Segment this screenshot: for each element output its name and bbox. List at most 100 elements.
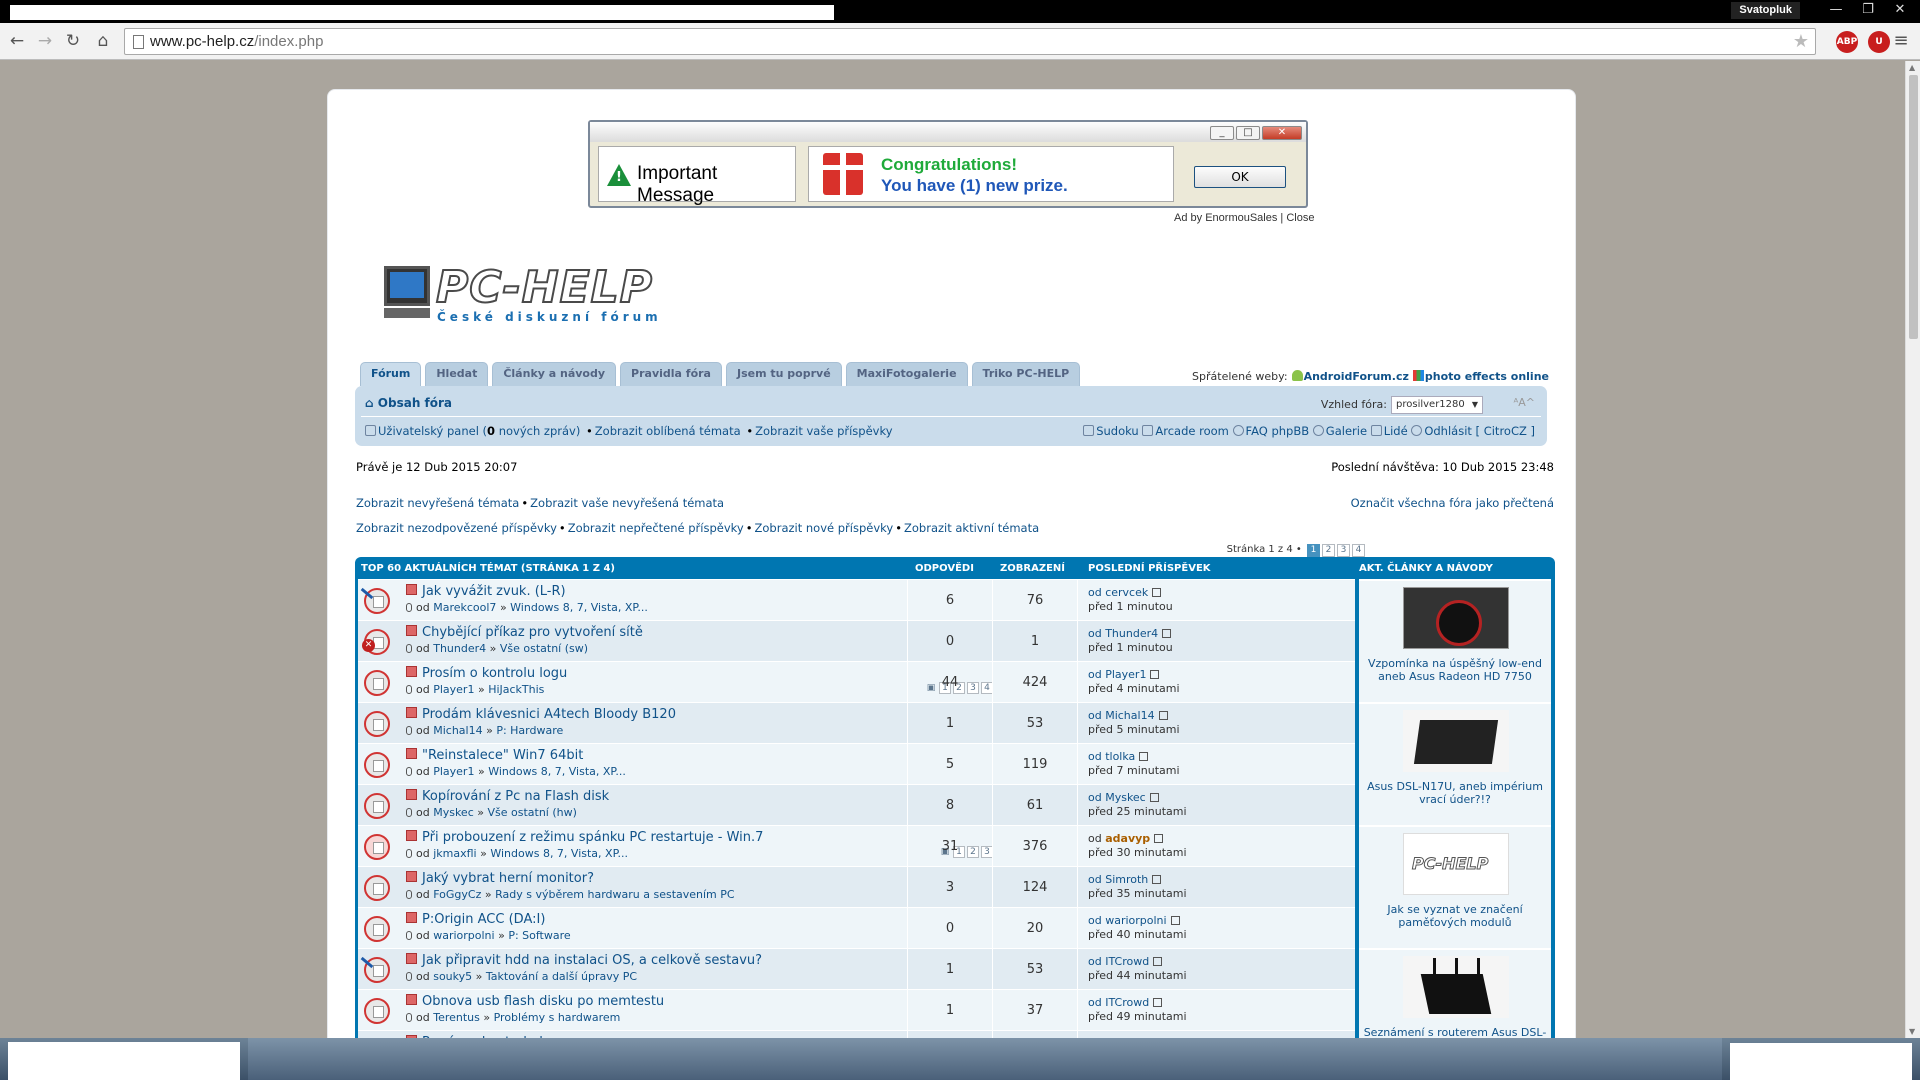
last-post-author[interactable]: adavyp — [1105, 832, 1150, 845]
topic-author-link[interactable]: Player1 — [433, 683, 474, 696]
gallery-link[interactable]: Galerie — [1326, 424, 1367, 438]
topic-row[interactable]: Jaký vybrat herní monitor? od FoGgyCz » R… — [358, 866, 1363, 907]
tab-rules[interactable]: Pravidla fóra — [620, 362, 722, 386]
unread-link[interactable]: Zobrazit nepřečtené příspěvky — [568, 521, 744, 535]
graphics-card-image[interactable] — [1403, 587, 1509, 649]
tab-articles[interactable]: Články a návody — [492, 362, 617, 386]
goto-post-icon[interactable] — [1170, 916, 1180, 925]
wifi-router-image[interactable] — [1403, 956, 1509, 1018]
topic-forum-link[interactable]: HiJackThis — [488, 683, 544, 696]
mark-all-read-link[interactable]: Označit všechna fóra jako přečtená — [1351, 496, 1554, 510]
topic-author-link[interactable]: FoGgyCz — [433, 888, 481, 901]
article-item[interactable]: Jak se vyznat ve značení paměťových modu… — [1359, 825, 1551, 948]
tab-gallery[interactable]: MaxiFotogalerie — [845, 362, 968, 386]
topic-row[interactable]: Chybějící příkaz pro vytvoření sítě od Th… — [358, 620, 1363, 661]
back-arrow-icon[interactable]: ← — [6, 31, 28, 51]
topic-title-link[interactable]: Kopírování z Pc na Flash disk — [406, 789, 609, 804]
topic-author-link[interactable]: Terentus — [433, 1011, 480, 1024]
bookmark-star-icon[interactable]: ★ — [1793, 31, 1809, 52]
adblock-extension-icon[interactable]: ABP — [1836, 31, 1858, 53]
your-unanswered-link[interactable]: Zobrazit vaše nevyřešená témata — [530, 496, 724, 510]
topic-title-link[interactable]: Prosím o kontrolu logu — [406, 666, 567, 681]
topic-forum-link[interactable]: Vše ostatní (hw) — [487, 806, 576, 819]
article-item[interactable]: Vzpomínka na úspěšný low-end aneb Asus R… — [1359, 579, 1551, 702]
goto-post-icon[interactable] — [1139, 752, 1149, 761]
unreplied-link[interactable]: Zobrazit nezodpovězené příspěvky — [356, 521, 557, 535]
goto-post-icon[interactable] — [1162, 629, 1172, 638]
topic-row[interactable]: Prosím o kontrolu logu od Player1 » HiJac… — [358, 661, 1363, 702]
topic-forum-link[interactable]: Vše ostatní (sw) — [500, 642, 588, 655]
logout-link[interactable]: Odhlásit [ CitroCZ ] — [1424, 424, 1535, 438]
goto-post-icon[interactable] — [1149, 793, 1159, 802]
topic-forum-link[interactable]: Windows 8, 7, Vista, XP... — [510, 601, 648, 614]
goto-post-icon[interactable] — [1154, 834, 1164, 843]
profile-button[interactable]: Svatopluk — [1731, 2, 1800, 19]
topic-title-link[interactable]: Při probouzení z režimu spánku PC restar… — [406, 830, 763, 845]
topic-row[interactable]: Jak připravit hdd na instalaci OS, a cel… — [358, 948, 1363, 989]
last-post-author[interactable]: od Player1 — [1088, 668, 1146, 681]
ublock-extension-icon[interactable]: U — [1868, 31, 1890, 53]
friend-link-android[interactable]: AndroidForum.cz — [1304, 370, 1409, 383]
topic-forum-link[interactable]: P: Software — [508, 929, 570, 942]
your-posts-link[interactable]: Zobrazit vaše příspěvky — [755, 424, 892, 438]
home-icon[interactable]: ⌂ — [92, 31, 114, 51]
friend-link-photo[interactable]: photo effects online — [1425, 370, 1549, 383]
favorite-topics-link[interactable]: Zobrazit oblíbená témata — [595, 424, 741, 438]
last-post-author[interactable]: od cervcek — [1088, 586, 1148, 599]
goto-post-icon[interactable] — [1158, 711, 1168, 720]
goto-post-icon[interactable] — [1153, 957, 1163, 966]
minimize-icon[interactable]: — — [1822, 1, 1850, 19]
topic-title-link[interactable]: Obnova usb flash disku po memtestu — [406, 994, 664, 1009]
topic-row[interactable]: Jak vyvážit zvuk. (L-R) od Marekcool7 » W… — [358, 579, 1363, 620]
topic-title-link[interactable]: Jak připravit hdd na instalaci OS, a cel… — [406, 953, 762, 968]
ad-credit-link[interactable]: EnormouSales — [1205, 212, 1277, 224]
page-scrollbar[interactable]: ▲ ▼ — [1905, 61, 1920, 1038]
arcade-link[interactable]: Arcade room — [1155, 424, 1229, 438]
ad-close-link[interactable]: Close — [1286, 212, 1314, 224]
pc-help-logo-image[interactable] — [1403, 833, 1509, 895]
ad-minimize-icon[interactable]: _ — [1210, 126, 1234, 140]
page-4[interactable]: 4 — [1352, 544, 1365, 557]
topic-row[interactable]: Obnova usb flash disku po memtestu od Ter… — [358, 989, 1363, 1030]
goto-post-icon[interactable] — [1152, 875, 1162, 884]
topic-author-link[interactable]: wariorpolni — [433, 929, 494, 942]
last-post-author[interactable]: od Myskec — [1088, 791, 1146, 804]
topic-author-link[interactable]: Thunder4 — [433, 642, 486, 655]
topic-row[interactable]: Prosím o kontrolu logu — [358, 1030, 1363, 1038]
topic-row[interactable]: "Reinstalece" Win7 64bit od Player1 » Win… — [358, 743, 1363, 784]
restore-icon[interactable]: ❐ — [1854, 1, 1882, 19]
unanswered-link[interactable]: Zobrazit nevyřešená témata — [356, 496, 519, 510]
router-image[interactable] — [1403, 710, 1509, 772]
goto-post-icon[interactable] — [1152, 588, 1162, 597]
popup-ad[interactable]: _ □ ✕ ! Important Message Congratulations!… — [588, 120, 1308, 208]
goto-post-icon[interactable] — [1150, 670, 1160, 679]
topic-forum-link[interactable]: Windows 8, 7, Vista, XP... — [490, 847, 628, 860]
topic-title-link[interactable]: "Reinstalece" Win7 64bit — [406, 748, 583, 763]
topic-forum-link[interactable]: P: Hardware — [496, 724, 563, 737]
tab-forum[interactable]: Fórum — [360, 362, 422, 386]
ad-ok-button[interactable]: OK — [1194, 166, 1286, 188]
address-bar[interactable]: www.pc-help.cz/index.php ★ — [124, 28, 1816, 55]
new-posts-link[interactable]: Zobrazit nové příspěvky — [755, 521, 894, 535]
topic-author-link[interactable]: souky5 — [433, 970, 472, 983]
topic-title-link[interactable]: Jaký vybrat herní monitor? — [406, 871, 594, 886]
article-item[interactable]: Asus DSL-N17U, aneb impérium vrací úder?… — [1359, 702, 1551, 825]
last-post-author[interactable]: od wariorpolni — [1088, 914, 1167, 927]
topic-forum-link[interactable]: Problémy s hardwarem — [494, 1011, 621, 1024]
topic-row[interactable]: P:Origin ACC (DA:I) od wariorpolni » P: S… — [358, 907, 1363, 948]
topic-row[interactable]: Prodám klávesnici A4tech Bloody B120 od M… — [358, 702, 1363, 743]
topic-author-link[interactable]: jkmaxfli — [433, 847, 476, 860]
page-3[interactable]: 3 — [1337, 544, 1350, 557]
topic-author-link[interactable]: Marekcool7 — [433, 601, 496, 614]
close-icon[interactable]: ✕ — [1886, 1, 1914, 19]
topic-forum-link[interactable]: Taktování a další úpravy PC — [486, 970, 637, 983]
sudoku-link[interactable]: Sudoku — [1096, 424, 1139, 438]
last-post-author[interactable]: od ITCrowd — [1088, 955, 1149, 968]
last-post-author[interactable]: od Simroth — [1088, 873, 1148, 886]
reload-icon[interactable]: ↻ — [62, 31, 84, 51]
article-item[interactable]: Seznámení s routerem Asus DSL- — [1359, 948, 1551, 1038]
forward-arrow-icon[interactable]: → — [34, 31, 56, 51]
goto-post-icon[interactable] — [1153, 998, 1163, 1007]
page-2[interactable]: 2 — [1322, 544, 1335, 557]
browser-menu-icon[interactable]: ≡ — [1892, 31, 1910, 51]
